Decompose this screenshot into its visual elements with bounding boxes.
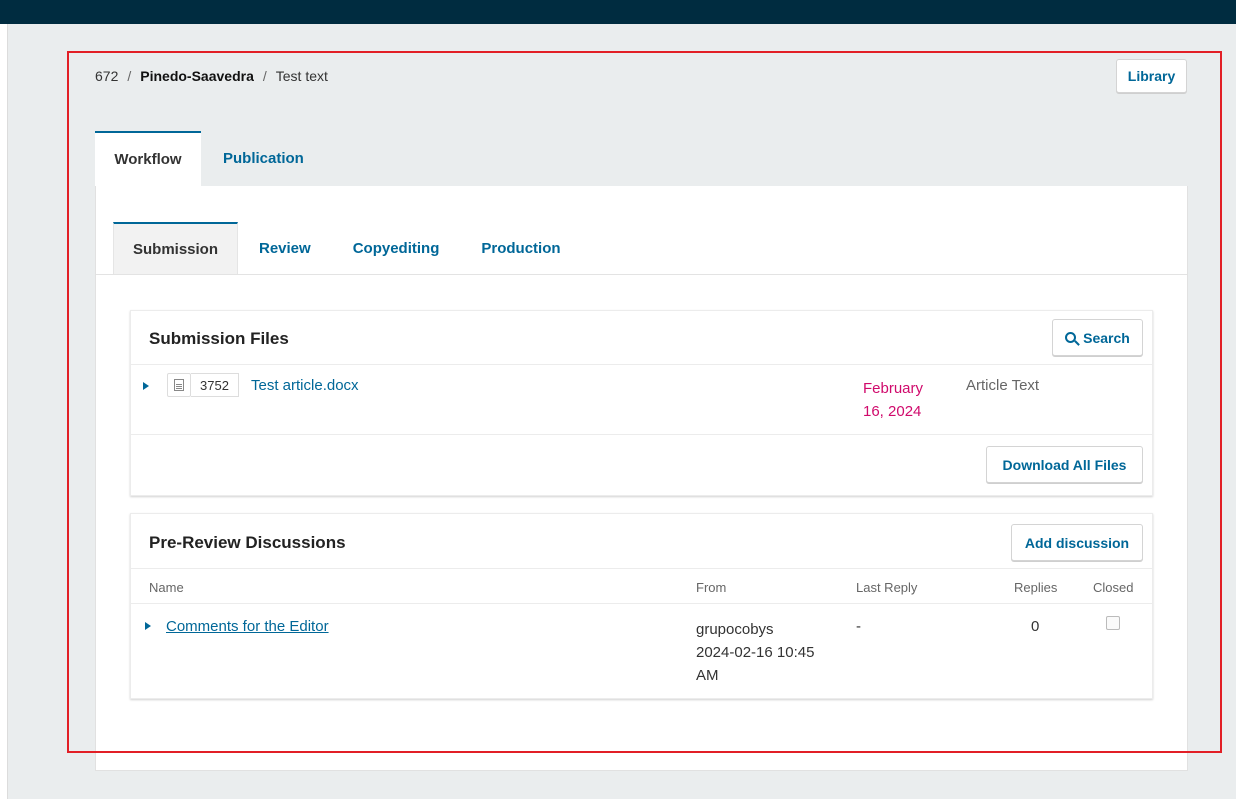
tab-workflow[interactable]: Workflow (95, 131, 201, 186)
breadcrumb-author: Pinedo-Saavedra (140, 68, 254, 84)
discussion-link[interactable]: Comments for the Editor (166, 618, 329, 635)
discussion-replies: 0 (1031, 618, 1040, 635)
column-header-last-reply: Last Reply (856, 580, 918, 595)
breadcrumb-separator: / (127, 68, 132, 84)
document-icon (174, 379, 184, 391)
file-date: February 16, 2024 (863, 377, 943, 423)
tab-copyediting[interactable]: Copyediting (332, 222, 461, 275)
tab-review[interactable]: Review (238, 222, 332, 275)
expand-arrow-icon[interactable] (145, 622, 151, 630)
submission-files-title: Submission Files (149, 329, 289, 348)
search-button-label: Search (1083, 329, 1130, 346)
column-header-replies: Replies (1014, 580, 1058, 595)
top-navigation-bar (0, 0, 1236, 24)
from-date: 2024-02-16 10:45 (696, 644, 815, 661)
submission-files-card: Submission Files Search 3752 Test articl… (130, 310, 1153, 496)
download-all-files-button[interactable]: Download All Files (986, 446, 1143, 483)
tab-submission[interactable]: Submission (113, 222, 238, 275)
search-icon (1065, 332, 1077, 343)
divider (131, 568, 1152, 569)
file-date-line1: February (863, 380, 924, 397)
left-edge (0, 24, 8, 799)
file-id: 3752 (191, 373, 239, 397)
file-name-link[interactable]: Test article.docx (251, 377, 359, 394)
column-header-from: From (696, 580, 727, 595)
column-header-name: Name (149, 580, 184, 595)
breadcrumb-submission-id: 672 (95, 68, 119, 84)
file-icon (167, 373, 191, 397)
breadcrumb-title: Test text (275, 68, 328, 84)
pre-review-discussions-card: Pre-Review Discussions Add discussion Na… (130, 513, 1153, 699)
discussion-last-reply: - (856, 618, 861, 635)
from-user: grupocobys (696, 621, 774, 638)
main-tabs: Workflow Publication (95, 131, 319, 186)
file-type: Article Text (966, 377, 1040, 394)
library-button[interactable]: Library (1116, 59, 1187, 93)
tab-production[interactable]: Production (460, 222, 581, 275)
closed-checkbox[interactable] (1106, 616, 1120, 630)
file-date-line2: 16, 2024 (863, 403, 922, 420)
tab-publication[interactable]: Publication (201, 131, 319, 186)
column-header-closed: Closed (1093, 580, 1134, 595)
divider (131, 434, 1152, 435)
discussion-from: grupocobys 2024-02-16 10:45 AM (696, 618, 836, 687)
divider (131, 364, 1152, 365)
expand-arrow-icon[interactable] (143, 382, 149, 390)
search-button[interactable]: Search (1052, 319, 1143, 356)
tab-divider (96, 274, 1187, 275)
breadcrumb: 672 / Pinedo-Saavedra / Test text (95, 66, 328, 86)
discussions-title: Pre-Review Discussions (149, 533, 346, 552)
add-discussion-button[interactable]: Add discussion (1011, 524, 1143, 561)
breadcrumb-separator: / (262, 68, 267, 84)
from-time: AM (696, 667, 719, 684)
stage-tabs: Submission Review Copyediting Production (113, 222, 582, 275)
divider (131, 603, 1152, 604)
